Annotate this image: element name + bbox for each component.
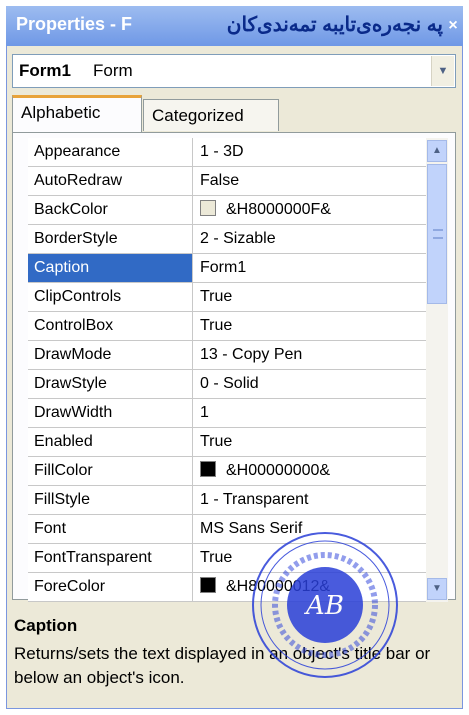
property-name: BackColor — [28, 196, 193, 224]
property-value[interactable]: &H80000012& — [194, 573, 426, 601]
tab-alphabetic[interactable]: Alphabetic — [12, 95, 142, 132]
description-title: Caption — [14, 616, 78, 635]
property-row[interactable]: Caption Form1 — [28, 254, 426, 283]
property-value-text: &H80000012& — [226, 578, 331, 595]
chevron-down-icon[interactable]: ▼ — [431, 56, 454, 86]
property-value[interactable]: &H00000000& — [194, 457, 426, 485]
description-pane: Caption Returns/sets the text displayed … — [12, 616, 456, 704]
property-value[interactable]: 1 - 3D — [194, 138, 426, 166]
property-name: BorderStyle — [28, 225, 193, 253]
property-value[interactable]: 1 - Transparent — [194, 486, 426, 514]
property-name: Caption — [28, 254, 193, 282]
window-title-overlay: پە نجەرەی‌تایبە تمەندی‌کان — [226, 14, 443, 36]
property-name: DrawStyle — [28, 370, 193, 398]
grip-icon — [433, 229, 443, 239]
object-selector[interactable]: Form1 Form ▼ — [12, 54, 456, 88]
object-type: Form — [93, 61, 133, 80]
property-row[interactable]: AutoRedraw False — [28, 167, 426, 196]
property-grid: Appearance 1 - 3D AutoRedraw False BackColor… — [28, 138, 426, 602]
tab-categorized[interactable]: Categorized — [143, 99, 279, 131]
property-row[interactable]: ClipControls True — [28, 283, 426, 312]
window-title: Properties - F — [16, 14, 133, 34]
property-value-text: Form1 — [200, 259, 247, 276]
property-value[interactable]: 2 - Sizable — [194, 225, 426, 253]
property-value[interactable]: &H8000000F& — [194, 196, 426, 224]
property-row[interactable]: FillColor &H00000000& — [28, 457, 426, 486]
property-name: ClipControls — [28, 283, 193, 311]
property-value[interactable]: True — [194, 544, 426, 572]
property-value-text: &H00000000& — [226, 462, 331, 479]
property-row[interactable]: Font MS Sans Serif — [28, 515, 426, 544]
close-icon[interactable]: × — [445, 14, 461, 38]
property-value[interactable]: True — [194, 428, 426, 456]
property-row[interactable]: FontTransparent True — [28, 544, 426, 573]
property-value-text: &H8000000F& — [226, 201, 331, 218]
property-row[interactable]: BackColor &H8000000F& — [28, 196, 426, 225]
property-value-text: 13 - Copy Pen — [200, 346, 303, 363]
object-name: Form1 — [19, 61, 71, 80]
color-swatch — [200, 460, 216, 477]
scroll-down-icon[interactable]: ▼ — [427, 578, 447, 600]
property-row[interactable]: DrawStyle 0 - Solid — [28, 370, 426, 399]
property-name: Appearance — [28, 138, 193, 166]
property-row[interactable]: BorderStyle 2 - Sizable — [28, 225, 426, 254]
scroll-thumb[interactable] — [427, 164, 447, 304]
property-row[interactable]: ForeColor &H80000012& — [28, 573, 426, 602]
property-value[interactable]: Form1 — [194, 254, 426, 282]
property-value[interactable]: MS Sans Serif — [194, 515, 426, 543]
property-row[interactable]: Appearance 1 - 3D — [28, 138, 426, 167]
property-row[interactable]: ControlBox True — [28, 312, 426, 341]
property-name: DrawWidth — [28, 399, 193, 427]
property-name: Enabled — [28, 428, 193, 456]
property-value-text: 1 - 3D — [200, 143, 244, 160]
property-value-text: True — [200, 433, 233, 450]
color-swatch — [200, 576, 216, 593]
description-text: Returns/sets the text displayed in an ob… — [14, 644, 431, 687]
property-value-text: 2 - Sizable — [200, 230, 276, 247]
property-name: FillStyle — [28, 486, 193, 514]
color-swatch — [200, 199, 216, 216]
property-value-text: 1 - Transparent — [200, 491, 309, 508]
property-value-text: False — [200, 172, 240, 189]
property-value-text: MS Sans Serif — [200, 520, 303, 537]
property-name: ControlBox — [28, 312, 193, 340]
property-row[interactable]: DrawMode 13 - Copy Pen — [28, 341, 426, 370]
property-grid-scrollbar[interactable]: ▲ ▼ — [426, 138, 448, 602]
property-value[interactable]: True — [194, 283, 426, 311]
property-name: FontTransparent — [28, 544, 193, 572]
scroll-up-icon[interactable]: ▲ — [427, 140, 447, 162]
title-bar: Properties - F پە نجەرەی‌تایبە تمەندی‌کا… — [6, 6, 463, 46]
property-name: Font — [28, 515, 193, 543]
property-value-text: True — [200, 288, 233, 305]
property-row[interactable]: FillStyle 1 - Transparent — [28, 486, 426, 515]
property-name: AutoRedraw — [28, 167, 193, 195]
property-value-text: 1 — [200, 404, 209, 421]
property-name: FillColor — [28, 457, 193, 485]
property-value[interactable]: False — [194, 167, 426, 195]
property-value[interactable]: 13 - Copy Pen — [194, 341, 426, 369]
property-value-text: True — [200, 549, 233, 566]
property-row[interactable]: DrawWidth 1 — [28, 399, 426, 428]
property-value-text: True — [200, 317, 233, 334]
property-value[interactable]: 0 - Solid — [194, 370, 426, 398]
property-name: DrawMode — [28, 341, 193, 369]
property-value[interactable]: 1 — [194, 399, 426, 427]
property-value[interactable]: True — [194, 312, 426, 340]
property-value-text: 0 - Solid — [200, 375, 259, 392]
property-name: ForeColor — [28, 573, 193, 601]
property-row[interactable]: Enabled True — [28, 428, 426, 457]
